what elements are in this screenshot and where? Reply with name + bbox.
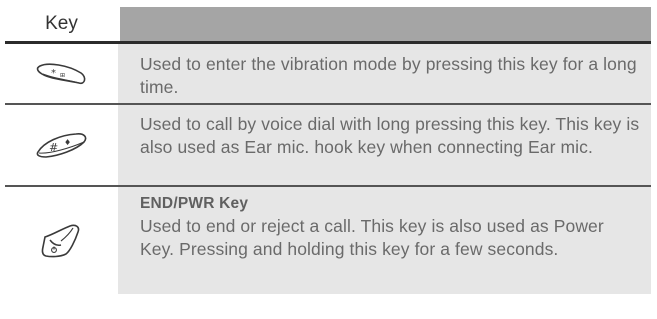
hash-voice-key-icon: # ♦ [34,130,90,160]
star-vibration-key-icon: * ⊞ [34,59,90,89]
header-key-label: Key [5,7,120,41]
svg-text:*: * [51,68,56,79]
svg-text:#: # [49,141,58,154]
key-cell: * ⊞ [5,44,118,103]
key-cell: # ♦ [5,105,118,185]
row-description: Used to enter the vibration mode by pres… [140,54,637,97]
key-table: Key * ⊞ Used to enter the vibration mode… [5,7,651,294]
svg-text:⊞: ⊞ [60,72,65,79]
end-power-key-icon [40,223,84,259]
row-description: Used to call by voice dial with long pre… [140,114,640,157]
description-cell: Used to call by voice dial with long pre… [118,105,651,185]
description-cell: Used to enter the vibration mode by pres… [118,44,651,103]
table-row: * ⊞ Used to enter the vibration mode by … [5,44,651,105]
description-cell: END/PWR Key Used to end or reject a call… [118,187,651,294]
key-cell [5,187,118,294]
table-row: # ♦ Used to call by voice dial with long… [5,105,651,187]
table-row: END/PWR Key Used to end or reject a call… [5,187,651,294]
row-title: END/PWR Key [140,195,249,212]
table-header: Key [5,7,651,44]
svg-text:♦: ♦ [64,138,71,147]
row-description: Used to end or reject a call. This key i… [140,216,604,259]
header-description-cell [120,7,651,41]
